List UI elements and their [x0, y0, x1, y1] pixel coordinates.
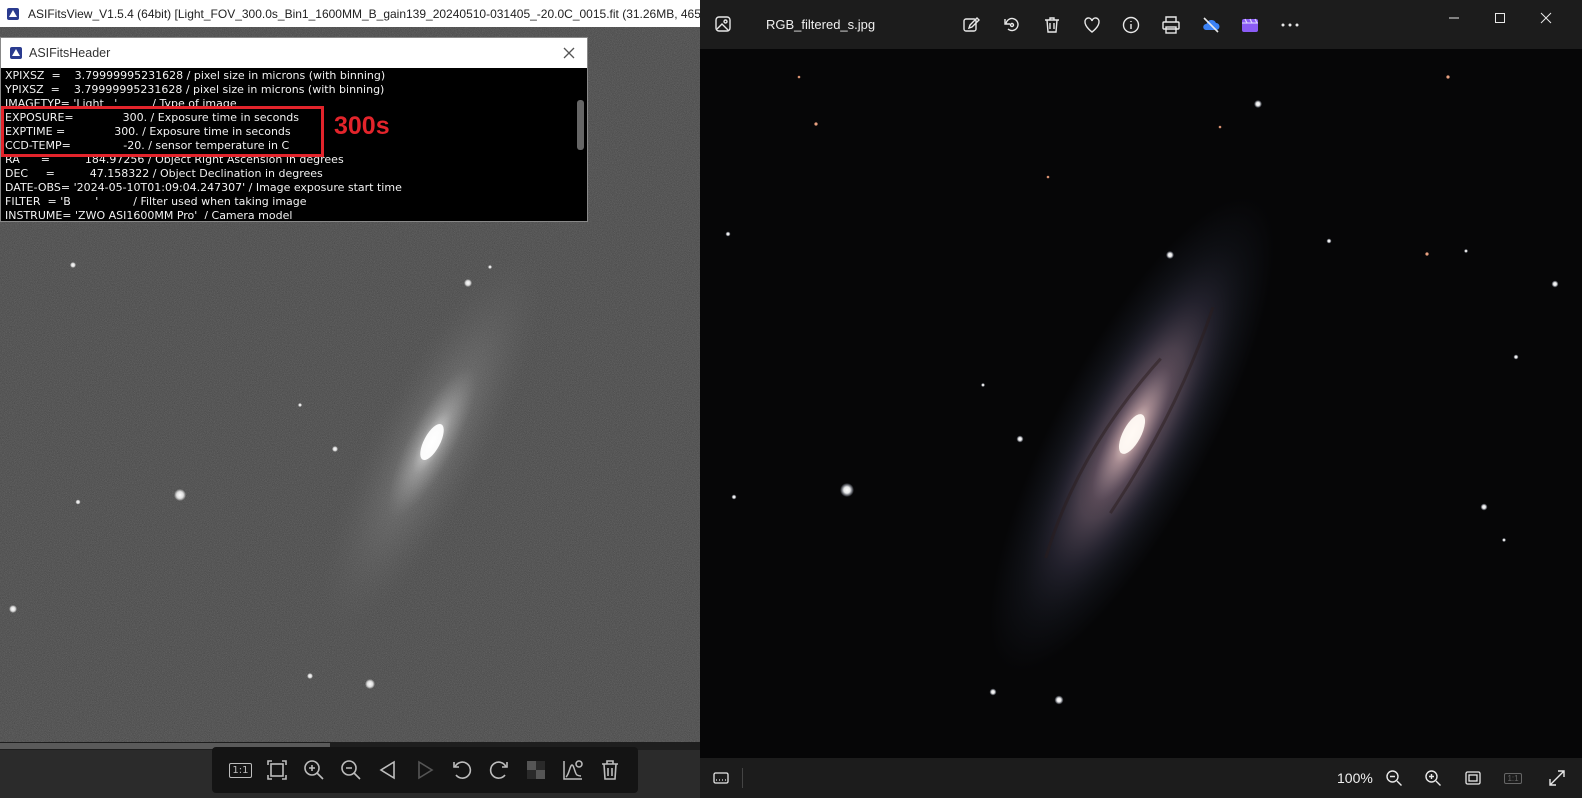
- asifitsview-titlebar[interactable]: ASIFitsView_V1.5.4 (64bit) [Light_FOV_30…: [0, 0, 700, 27]
- edit-image-icon: [963, 17, 980, 32]
- zoom-out-button[interactable]: [338, 757, 364, 783]
- vertical-scrollbar[interactable]: [576, 70, 585, 220]
- heart-icon: [1084, 17, 1100, 33]
- fits-line: DEC = 47.158322 / Object Declination in …: [5, 167, 323, 180]
- rotate-icon: [1004, 17, 1019, 32]
- onedrive-button[interactable]: [1199, 13, 1223, 37]
- close-icon: [1540, 12, 1552, 24]
- asifitsview-app-icon: [10, 47, 22, 59]
- fits-line: XPIXSZ = 3.79999995231628 / pixel size i…: [5, 69, 386, 82]
- fit-window-button[interactable]: [264, 757, 290, 783]
- fit-window-icon: [1465, 771, 1481, 785]
- print-button[interactable]: [1159, 13, 1183, 37]
- trash-icon: [1045, 17, 1059, 33]
- zoom-out-icon: [1386, 770, 1402, 786]
- rotate-left-button[interactable]: [449, 757, 475, 783]
- zoom-out-icon: [341, 760, 361, 780]
- cloud-off-icon: [1203, 17, 1220, 33]
- photos-statusbar: 100% 1:1: [700, 758, 1582, 798]
- close-button[interactable]: [559, 43, 579, 63]
- minimize-button[interactable]: [1434, 6, 1474, 30]
- fits-line: DATE-OBS= '2024-05-10T01:09:04.247307' /…: [5, 181, 402, 194]
- trash-icon: [601, 760, 618, 780]
- maximize-icon: [1495, 13, 1505, 23]
- auto-stretch-button[interactable]: [560, 757, 586, 783]
- clipchamp-button[interactable]: [1238, 13, 1262, 37]
- info-icon: [1122, 16, 1140, 34]
- close-icon: [563, 47, 575, 59]
- scrollbar-thumb[interactable]: [577, 100, 584, 150]
- photos-window: RGB_filtered_s.jpg 100% 1:1: [700, 0, 1582, 798]
- printer-icon: [1162, 16, 1180, 34]
- fits-header-titlebar[interactable]: ASIFitsHeader: [1, 38, 587, 68]
- rotate-button[interactable]: [1000, 13, 1024, 37]
- zoom-in-icon: [304, 760, 324, 780]
- exposure-annotation: 300s: [334, 112, 390, 140]
- actual-size-button[interactable]: 1:1: [1502, 767, 1524, 789]
- photos-titlebar[interactable]: RGB_filtered_s.jpg: [700, 0, 1582, 49]
- zoom-in-icon: [1425, 770, 1441, 786]
- file-info-button[interactable]: [1119, 13, 1143, 37]
- photos-app-icon: [715, 16, 731, 32]
- zoom-level[interactable]: 100%: [1337, 770, 1373, 786]
- filmstrip-icon: [713, 772, 729, 784]
- window-title: ASIFitsView_V1.5.4 (64bit) [Light_FOV_30…: [28, 6, 700, 21]
- image-toolbar: 1:1: [212, 747, 638, 793]
- triangle-left-icon: [379, 760, 395, 780]
- rotate-right-button[interactable]: [486, 757, 512, 783]
- expand-icon: [1549, 770, 1565, 786]
- fit-to-window-button[interactable]: [1462, 767, 1484, 789]
- filmstrip-button[interactable]: [710, 767, 732, 789]
- triangle-right-icon: [418, 760, 434, 780]
- rotate-right-icon: [489, 761, 508, 779]
- histogram-icon: [562, 760, 583, 780]
- actual-size-label: 1:1: [229, 762, 252, 778]
- color-galaxy-image[interactable]: [700, 49, 1582, 758]
- statusbar-divider: [742, 768, 743, 788]
- fits-line: FILTER = 'B ' / Filter used when taking …: [5, 195, 307, 208]
- delete-button[interactable]: [597, 757, 623, 783]
- next-image-button[interactable]: [412, 757, 438, 783]
- more-dots-icon: [1281, 23, 1299, 27]
- favorite-button[interactable]: [1080, 13, 1104, 37]
- checkerboard-icon: [526, 761, 545, 779]
- maximize-button[interactable]: [1480, 6, 1520, 30]
- actual-size-label: 1:1: [1504, 772, 1522, 784]
- full-screen-button[interactable]: [1546, 767, 1568, 789]
- edit-image-button[interactable]: [960, 13, 984, 37]
- zoom-out-button[interactable]: [1383, 767, 1405, 789]
- file-name: RGB_filtered_s.jpg: [766, 17, 876, 32]
- exposure-highlight-box: [1, 106, 324, 157]
- dialog-title: ASIFitsHeader: [29, 46, 111, 60]
- fit-window-icon: [267, 760, 288, 780]
- asifitsview-window: ASIFitsView_V1.5.4 (64bit) [Light_FOV_30…: [0, 0, 700, 798]
- fits-line: INSTRUME= 'ZWO ASI1600MM Pro' / Camera m…: [5, 209, 293, 219]
- clipchamp-icon: [1242, 18, 1258, 32]
- close-window-button[interactable]: [1526, 6, 1566, 30]
- more-options-button[interactable]: [1278, 13, 1302, 37]
- previous-image-button[interactable]: [375, 757, 401, 783]
- minimize-icon: [1449, 17, 1459, 19]
- zoom-in-button[interactable]: [1422, 767, 1444, 789]
- actual-size-button[interactable]: 1:1: [227, 757, 253, 783]
- asifitsview-app-icon: [7, 7, 19, 20]
- checkerboard-button[interactable]: [523, 757, 549, 783]
- rotate-left-icon: [453, 761, 471, 779]
- zoom-in-button[interactable]: [301, 757, 327, 783]
- fits-line: YPIXSZ = 3.79999995231628 / pixel size i…: [5, 83, 385, 96]
- delete-photo-button[interactable]: [1040, 13, 1064, 37]
